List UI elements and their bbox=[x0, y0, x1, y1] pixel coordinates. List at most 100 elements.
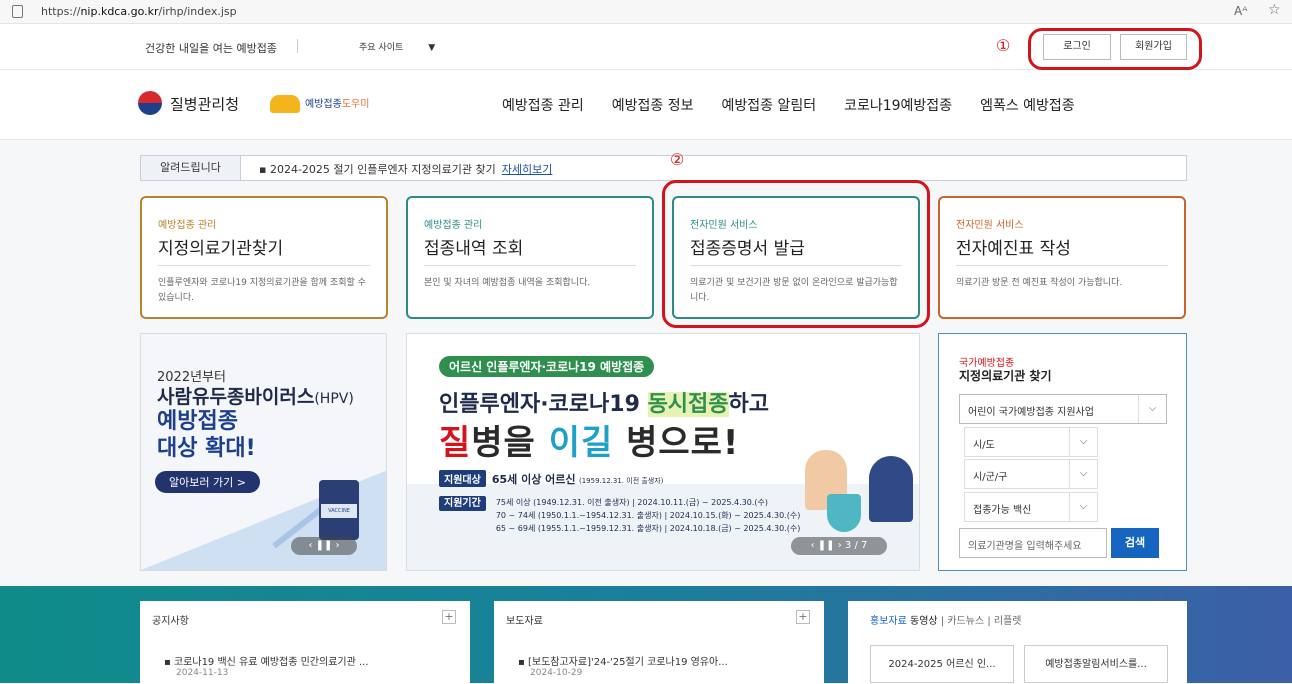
list-item-date: 2024-11-13 bbox=[176, 668, 229, 678]
card-title: 지정의료기관찾기 bbox=[158, 239, 284, 259]
program-select[interactable]: 어린이 국가예방접종 지원사업 ⌵ bbox=[959, 394, 1167, 424]
clinic-finder: 국가예방접종 지정의료기관 찾기 어린이 국가예방접종 지원사업 ⌵ 시/도 ⌵ 시… bbox=[938, 333, 1187, 571]
annotation-highlight-certificate bbox=[662, 180, 930, 328]
kdca-logo[interactable]: 질병관리청 bbox=[138, 91, 239, 117]
banner-line3: 예방접종 bbox=[157, 409, 238, 434]
list-item-title: 코로나19 백신 유료 예방접종 민간의료기관 ... bbox=[173, 657, 369, 668]
support-period-label: 지원기간 bbox=[439, 496, 486, 511]
list-item[interactable]: ▪ [보도참고자료]'24-'25절기 코로나19 영유아... bbox=[518, 653, 728, 668]
tab-video[interactable]: 동영상 bbox=[910, 616, 938, 627]
slogan-part-c: 이길 bbox=[548, 423, 614, 463]
elderly-person-illustration bbox=[869, 456, 913, 522]
divider bbox=[297, 39, 298, 53]
vaccine-select[interactable]: 접종가능 백신 ⌵ bbox=[964, 492, 1098, 522]
card-designated-clinic[interactable]: 예방접종 관리 지정의료기관찾기 인플루엔자와 코로나19 지정의료기관을 함께… bbox=[140, 196, 388, 319]
major-sites-dropdown[interactable]: 주요 사이트 ▼ bbox=[334, 40, 435, 53]
banner-pager[interactable]: ‹ ❚❚ › bbox=[291, 537, 357, 555]
notice-bar: 알려드립니다 ▪ 2024-2025 절기 인플루엔자 지정의료기관 찾기 자세히… bbox=[140, 155, 1187, 181]
card-title: 전자예진표 작성 bbox=[956, 239, 1071, 259]
select-value: 시/군/구 bbox=[973, 472, 1008, 483]
card-title: 접종내역 조회 bbox=[424, 239, 524, 259]
promo-board: 홍보자료 동영상 | 카드뉴스 | 리플렛 2024-2025 어르신 인...… bbox=[848, 601, 1187, 683]
support-period: 지원기간 75세 이상 (1949.12.31. 이전 출생자) | 2024.1… bbox=[439, 496, 800, 535]
notice-board: 공지사항 + ▪ 코로나19 백신 유료 예방접종 민간의료기관 ... 202… bbox=[140, 601, 470, 683]
select-value: 어린이 국가예방접종 지원사업 bbox=[968, 407, 1094, 418]
bullet-icon: ▪ bbox=[259, 163, 267, 176]
notice-detail-link[interactable]: 자세히보기 bbox=[502, 163, 553, 176]
nav-mpox[interactable]: 엠폭스 예방접종 bbox=[980, 98, 1075, 114]
headline-part-c: 하고 bbox=[728, 392, 770, 417]
slogan-part-a: 질 bbox=[439, 423, 472, 463]
card-category: 예방접종 관리 bbox=[158, 220, 217, 231]
nav-vaccination-management[interactable]: 예방접종 관리 bbox=[502, 98, 584, 114]
banner-pager[interactable]: ‹ ❚❚ › 3 / 7 bbox=[791, 537, 887, 555]
taegeuk-emblem-icon bbox=[138, 91, 162, 115]
banner-slogan: 질병을 이길 병으로! bbox=[439, 415, 739, 464]
url-text[interactable]: https://nip.kdca.go.kr/irhp/index.jsp bbox=[41, 5, 237, 18]
annotation-highlight-login bbox=[1028, 28, 1202, 70]
promo-item[interactable]: 2024-2025 어르신 인... bbox=[870, 645, 1014, 683]
nav-vaccination-notice[interactable]: 예방접종 알림터 bbox=[721, 98, 816, 114]
major-sites-label: 주요 사이트 bbox=[359, 43, 404, 53]
browser-address-bar[interactable]: https://nip.kdca.go.kr/irhp/index.jsp Aᴬ… bbox=[0, 0, 1292, 24]
select-value: 접종가능 백신 bbox=[973, 505, 1032, 516]
banner-line2: 사람유두종바이러스(HPV) bbox=[157, 382, 354, 409]
vaccination-helper-logo[interactable]: 예방접종도우미 bbox=[270, 95, 369, 113]
card-vaccination-history[interactable]: 예방접종 관리 접종내역 조회 본인 및 자녀의 예방접종 내역을 조회합니다. bbox=[406, 196, 654, 319]
banner-line2-hpv: (HPV) bbox=[314, 391, 354, 407]
select-value: 시/도 bbox=[973, 440, 995, 451]
tab-leaflet[interactable]: 리플렛 bbox=[994, 616, 1022, 627]
annotation-marker-2: ② bbox=[670, 150, 685, 169]
nav-vaccination-info[interactable]: 예방접종 정보 bbox=[612, 98, 694, 114]
learn-more-button[interactable]: 알아보러 가기 > bbox=[155, 471, 260, 493]
chevron-down-icon: ⌵ bbox=[1069, 493, 1097, 521]
board-title: 공지사항 bbox=[152, 616, 189, 627]
notice-tag: 알려드립니다 bbox=[141, 156, 241, 180]
hpv-banner[interactable]: 2022년부터 사람유두종바이러스(HPV) 예방접종 대상 확대! 알아보러 가… bbox=[140, 333, 387, 571]
slogan-link[interactable]: 건강한 내일을 여는 예방접종 bbox=[145, 40, 277, 56]
tab-promo[interactable]: 홍보자료 bbox=[870, 616, 907, 627]
vaccine-vial-icon: VACCINE bbox=[319, 480, 359, 540]
flu-covid-banner[interactable]: 어르신 인플루엔자·코로나19 예방접종 인플루엔자·코로나19 동시접종하고 … bbox=[406, 333, 920, 571]
tab-cardnews[interactable]: 카드뉴스 bbox=[947, 616, 984, 627]
headline-part-a: 인플루엔자·코로나19 bbox=[439, 392, 648, 417]
chevron-down-icon: ⌵ bbox=[1138, 395, 1166, 423]
notice-text: ▪ 2024-2025 절기 인플루엔자 지정의료기관 찾기 자세히보기 bbox=[259, 161, 552, 177]
headline-part-b: 동시접종 bbox=[647, 392, 729, 417]
nav-covid19[interactable]: 코로나19예방접종 bbox=[844, 98, 952, 114]
logo-sub-help-text: 도우미 bbox=[341, 99, 370, 110]
card-category: 전자민원 서비스 bbox=[956, 220, 1024, 231]
card-description: 의료기관 방문 전 예진표 작성이 가능합니다. bbox=[956, 278, 1123, 288]
site-header: 질병관리청 예방접종도우미 예방접종 관리 예방접종 정보 예방접종 알림터 코로나1… bbox=[0, 70, 1292, 140]
period-row: 65 ~ 69세 (1955.1.1.~1959.12.31. 출생자) | 2… bbox=[495, 524, 801, 533]
support-target-note: (1959.12.31. 이전 출생자) bbox=[579, 477, 664, 485]
vial-label: VACCINE bbox=[321, 504, 357, 518]
province-select[interactable]: 시/도 ⌵ bbox=[964, 427, 1098, 457]
support-target-value: 65세 이상 어르신 bbox=[491, 473, 576, 486]
plus-icon[interactable]: + bbox=[796, 610, 810, 624]
city-select[interactable]: 시/군/구 ⌵ bbox=[964, 459, 1098, 489]
clinic-name-input[interactable]: 의료기관명을 입력해주세요 bbox=[959, 528, 1107, 558]
logo-sub-text: 예방접종 bbox=[305, 99, 342, 110]
banner-line4: 대상 확대! bbox=[157, 436, 256, 461]
favorite-star-icon[interactable]: ☆ bbox=[1268, 2, 1281, 18]
divider bbox=[956, 265, 1168, 266]
list-item-title: [보도참고자료]'24-'25절기 코로나19 영유아... bbox=[527, 657, 728, 668]
divider bbox=[424, 265, 636, 266]
card-description: 본인 및 자녀의 예방접종 내역을 조회합니다. bbox=[424, 278, 591, 288]
support-target-label: 지원대상 bbox=[439, 470, 486, 487]
chevron-down-icon: ⌵ bbox=[1069, 460, 1097, 488]
reader-mode-icon[interactable]: Aᴬ bbox=[1234, 4, 1247, 18]
sun-logo-icon bbox=[270, 95, 300, 113]
divider bbox=[158, 265, 370, 266]
promo-item[interactable]: 예방접종알림서비스를... bbox=[1024, 645, 1168, 683]
card-e-prescreening[interactable]: 전자민원 서비스 전자예진표 작성 의료기관 방문 전 예진표 작성이 가능합니… bbox=[938, 196, 1186, 319]
search-button[interactable]: 검색 bbox=[1111, 528, 1159, 558]
period-row: 70 ~ 74세 (1950.1.1.~1954.12.31. 출생자) | 2… bbox=[495, 511, 801, 520]
plus-icon[interactable]: + bbox=[442, 610, 456, 624]
caret-down-icon: ▼ bbox=[428, 43, 436, 53]
banner-line2-text: 사람유두종바이러스 bbox=[157, 386, 315, 408]
list-item[interactable]: ▪ 코로나19 백신 유료 예방접종 민간의료기관 ... bbox=[164, 653, 369, 668]
slogan-part-b: 병을 bbox=[471, 423, 549, 463]
banner-pill: 어르신 인플루엔자·코로나19 예방접종 bbox=[439, 356, 655, 377]
